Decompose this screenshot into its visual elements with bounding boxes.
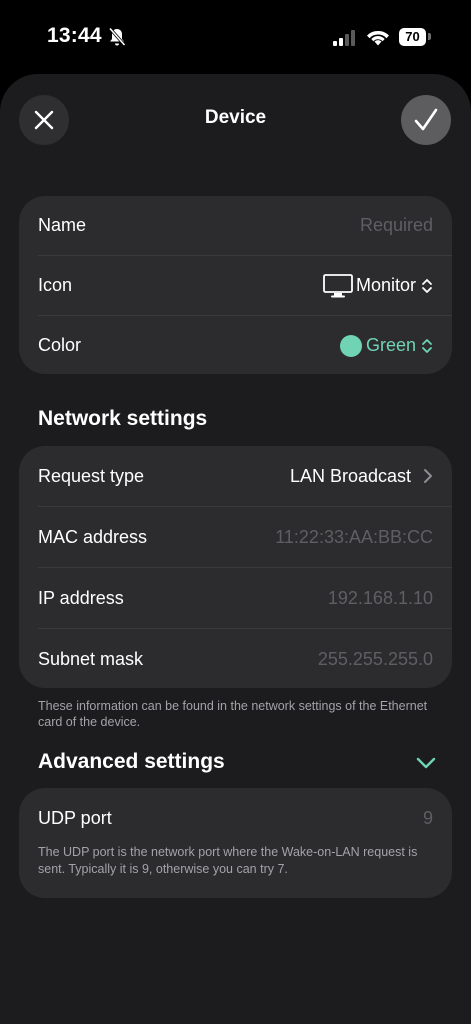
network-card: Request type LAN Broadcast MAC address 1…: [19, 446, 452, 688]
color-picker[interactable]: Green: [339, 334, 433, 357]
muted-bell-icon: [108, 27, 126, 47]
chevron-up-down-icon: [422, 338, 432, 353]
chevron-right-icon: [424, 469, 432, 483]
request-type-row[interactable]: Request type LAN Broadcast: [38, 446, 452, 506]
request-type-text: LAN Broadcast: [289, 465, 411, 486]
icon-row[interactable]: Icon Monitor: [38, 255, 452, 315]
ip-address-field[interactable]: 192.168.1.10: [328, 588, 433, 609]
checkmark-icon: [414, 108, 438, 131]
udp-port-row[interactable]: UDP port 9: [38, 788, 452, 848]
subnet-mask-row[interactable]: Subnet mask 255.255.255.0: [38, 628, 452, 689]
color-swatch: [339, 334, 362, 357]
cellular-signal-icon: [333, 30, 355, 46]
battery-tip: [428, 33, 431, 40]
network-settings-heading: Network settings: [38, 407, 208, 430]
name-row[interactable]: Name Required: [38, 196, 452, 255]
udp-port-note: The UDP port is the network port where t…: [38, 845, 418, 876]
icon-value: Monitor: [355, 275, 416, 295]
status-time: 13:44: [47, 24, 102, 47]
udp-port-label: UDP port: [38, 807, 112, 828]
advanced-card: UDP port 9 The UDP port is the network p…: [19, 788, 452, 898]
general-card: Name Required Icon Monitor Color Green: [19, 196, 452, 374]
device-sheet: Device Name Required Icon Monitor Color …: [0, 74, 471, 1024]
monitor-icon: [323, 273, 353, 297]
color-value: Green: [365, 335, 416, 355]
advanced-settings-heading: Advanced settings: [38, 750, 225, 773]
chevron-down-icon[interactable]: [416, 756, 436, 770]
color-row[interactable]: Color Green: [38, 315, 452, 375]
mac-address-field[interactable]: 11:22:33:AA:BB:CC: [275, 527, 433, 548]
ip-address-row[interactable]: IP address 192.168.1.10: [38, 567, 452, 628]
battery-indicator: 70: [399, 28, 426, 46]
ip-address-label: IP address: [38, 587, 124, 608]
color-label: Color: [38, 335, 82, 355]
status-bar: 13:44 70: [0, 0, 471, 74]
network-footnote: These information can be found in the ne…: [38, 699, 428, 729]
mac-address-label: MAC address: [38, 526, 148, 547]
mac-address-row[interactable]: MAC address 11:22:33:AA:BB:CC: [38, 506, 452, 567]
wifi-icon: [367, 30, 389, 46]
request-type-label: Request type: [38, 465, 145, 486]
name-field[interactable]: Required: [360, 215, 433, 236]
done-button[interactable]: [401, 95, 451, 145]
subnet-mask-field[interactable]: 255.255.255.0: [318, 649, 433, 670]
subnet-mask-label: Subnet mask: [38, 648, 144, 669]
udp-port-field[interactable]: 9: [423, 808, 433, 829]
chevron-up-down-icon: [422, 278, 432, 293]
icon-picker[interactable]: Monitor: [323, 273, 433, 298]
name-label: Name: [38, 215, 87, 235]
icon-label: Icon: [38, 275, 73, 295]
request-type-value[interactable]: LAN Broadcast: [290, 466, 433, 487]
